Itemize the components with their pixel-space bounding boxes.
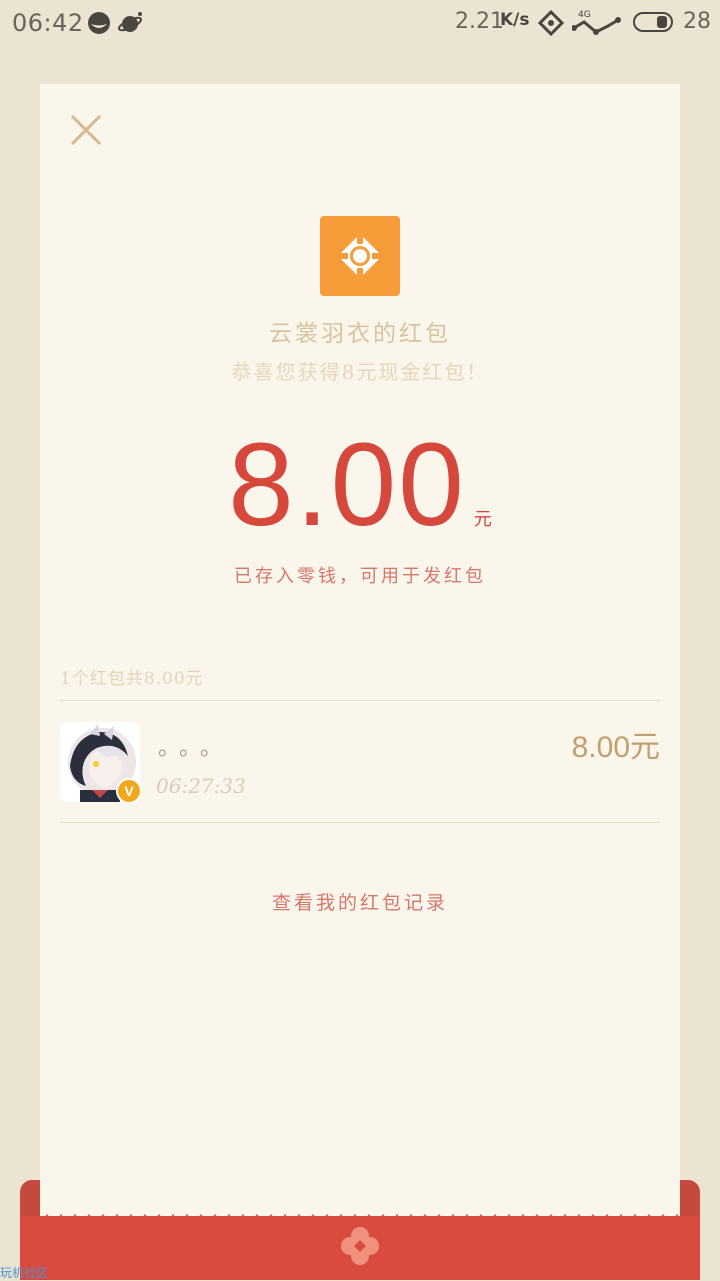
status-time: 06:42	[12, 9, 84, 37]
amount-unit: 元	[473, 509, 492, 530]
greeting-text: 恭喜您获得8元现金红包！	[231, 360, 489, 384]
close-icon[interactable]	[66, 110, 106, 150]
status-bar: 06:42 2.21 K/s 4G 28	[0, 0, 720, 46]
record-amount: 8.00元	[571, 731, 660, 764]
notification-app-icon	[88, 12, 110, 34]
wifi-icon	[538, 10, 564, 36]
divider-top	[60, 700, 660, 701]
amount-display: 8.00 元	[40, 426, 680, 544]
sender-title: 云裳羽衣的红包	[269, 321, 451, 347]
signal-icon: 4G	[572, 10, 621, 35]
flower-ornament-icon	[341, 1227, 379, 1265]
planet-icon	[118, 12, 143, 32]
battery-icon	[633, 12, 673, 32]
stored-note: 已存入零钱，可用于发红包	[234, 566, 486, 587]
verified-badge-icon: V	[116, 778, 142, 804]
record-time: 06:27:33	[156, 774, 246, 798]
battery-level: 28	[683, 9, 711, 34]
network-speed-unit: K/s	[500, 10, 530, 30]
list-item[interactable]: V 。。。 06:27:33 8.00元	[60, 722, 660, 804]
watermark: 玩机社区	[0, 1266, 49, 1280]
record-name: 。。。	[158, 736, 233, 761]
view-history-link[interactable]: 查看我的红包记录	[40, 888, 680, 915]
network-speed: 2.21	[455, 9, 504, 34]
packet-summary: 1个红包共8.00元	[60, 669, 204, 689]
amount-value: 8.00	[228, 419, 466, 551]
red-packet-detail-card: 云裳羽衣的红包 恭喜您获得8元现金红包！ 8.00 元 已存入零钱，可用于发红包 …	[40, 84, 680, 1224]
divider-bottom	[60, 822, 660, 823]
network-type: 4G	[578, 10, 591, 20]
red-packet-logo-icon	[320, 216, 400, 296]
